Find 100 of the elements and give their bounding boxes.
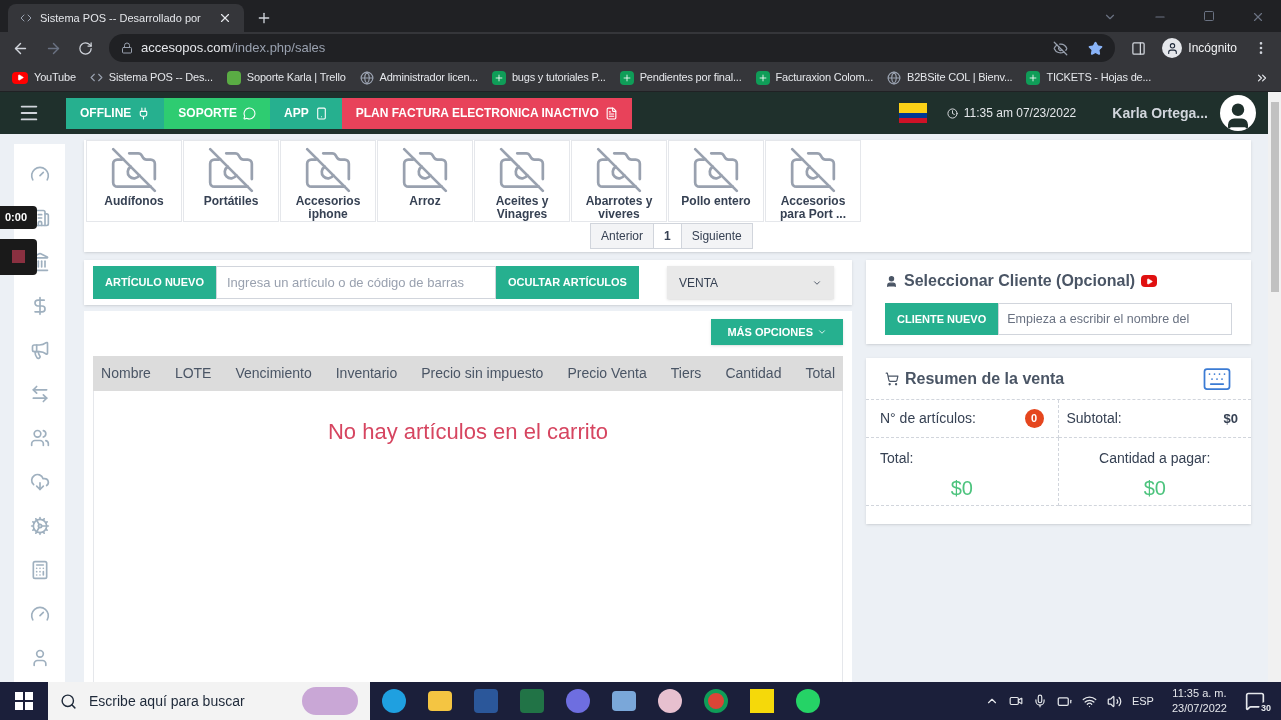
globe-icon xyxy=(887,70,901,85)
chrome-icon[interactable] xyxy=(704,689,728,713)
category-tile[interactable]: Arroz xyxy=(377,140,473,222)
page-button[interactable]: 1 xyxy=(653,224,682,248)
category-tile[interactable]: Aceites y Vinagres xyxy=(474,140,570,222)
category-tile[interactable]: Abarrotes y viveres xyxy=(571,140,667,222)
column-header[interactable]: LOTE xyxy=(174,363,212,384)
column-header[interactable]: Nombre xyxy=(101,363,151,384)
header-button[interactable]: PLAN FACTURA ELECTRONICA INACTIVO xyxy=(341,97,632,129)
previous-button[interactable]: Anterior xyxy=(591,224,654,248)
column-header[interactable]: Inventario xyxy=(335,363,398,384)
bookmark[interactable]: B2BSite COL | Bienv... xyxy=(887,69,1013,86)
no-image-icon xyxy=(594,145,644,195)
column-header[interactable]: Precio Venta xyxy=(567,363,647,384)
document-icon xyxy=(604,106,618,120)
column-header[interactable]: Vencimiento xyxy=(235,363,312,384)
user-name[interactable]: Karla Ortega... xyxy=(1112,102,1208,124)
sheet-icon xyxy=(1026,70,1041,85)
column-header[interactable]: Cantidad xyxy=(725,363,782,384)
taskbar-clock[interactable]: 11:35 a. m. 23/07/2022 xyxy=(1163,686,1235,716)
no-image-icon xyxy=(497,145,547,195)
edge-icon[interactable] xyxy=(382,689,406,713)
category-tile[interactable]: Accesorios iphone xyxy=(280,140,376,222)
bookmark[interactable]: Pendientes por final... xyxy=(619,69,742,86)
new-tab-icon[interactable] xyxy=(256,10,272,26)
bookmark[interactable]: bugs y tutoriales P... xyxy=(491,69,606,86)
sheet-icon xyxy=(755,70,770,85)
bookmark[interactable]: YouTube xyxy=(12,69,76,86)
board-icon xyxy=(226,70,241,85)
tab-title: Sistema POS -- Desarrollado por xyxy=(40,10,202,26)
no-image-icon xyxy=(400,145,450,195)
browser-tab[interactable]: Sistema POS -- Desarrollado por xyxy=(8,4,244,32)
bookmark[interactable]: Administrador licen... xyxy=(359,69,478,86)
no-image-icon xyxy=(109,145,159,195)
category-tile[interactable]: Portátiles xyxy=(183,140,279,222)
no-image-icon xyxy=(691,145,741,195)
phone-icon xyxy=(314,106,328,120)
maximize-icon[interactable] xyxy=(1203,10,1215,22)
recording-timer-toast: 0:00 xyxy=(0,206,37,229)
colombia-flag-icon xyxy=(898,103,927,123)
column-header[interactable]: Total xyxy=(805,363,835,384)
no-image-icon xyxy=(788,145,838,195)
panel-title: Resumen de la venta xyxy=(905,368,1066,389)
star-icon[interactable] xyxy=(1088,40,1104,56)
bookmark[interactable]: Soporte Karla | Trello xyxy=(226,69,346,86)
date-time: 11:35 am 07/23/2022 xyxy=(963,105,1077,122)
folder-icon[interactable] xyxy=(428,691,452,711)
bookmark[interactable]: TICKETS - Hojas de... xyxy=(1026,69,1152,86)
next-button[interactable]: Siguiente xyxy=(681,224,752,248)
avatar[interactable] xyxy=(1220,95,1256,131)
video-icon[interactable] xyxy=(1141,275,1158,287)
chat-app-icon[interactable] xyxy=(796,689,820,713)
empty-cart-message: No hay artículos en el carrito xyxy=(328,418,608,446)
search-field[interactable]: Ingresa un artículo o de código de barras xyxy=(216,266,496,299)
incognito-icon xyxy=(1162,38,1183,58)
language-indicator[interactable]: ESP xyxy=(1131,692,1154,710)
bookmark[interactable]: Sistema POS -- Des... xyxy=(89,69,213,86)
code-icon xyxy=(20,12,32,24)
speaker-icon[interactable] xyxy=(1106,693,1122,709)
camera-icon[interactable] xyxy=(1008,694,1023,708)
chat-icon xyxy=(243,106,256,120)
search-icon xyxy=(60,692,77,710)
chevron-icon xyxy=(817,327,827,337)
no-image-icon xyxy=(206,145,256,195)
category-tile[interactable]: Accesorios para Port ... xyxy=(765,140,861,222)
cart-icon xyxy=(885,371,899,386)
sheet-icon xyxy=(491,70,506,85)
category-tile[interactable]: Pollo entero xyxy=(668,140,764,222)
reload-icon[interactable] xyxy=(78,40,93,56)
client-search-field[interactable]: Empieza a escribir el nombre del xyxy=(998,303,1232,335)
side-panel-icon[interactable] xyxy=(1131,40,1147,56)
total-value: $0 xyxy=(950,476,973,501)
microphone-icon[interactable] xyxy=(1032,694,1047,708)
bookmark[interactable]: Facturaxion Colom... xyxy=(755,69,873,86)
column-header[interactable]: Tiers xyxy=(670,363,702,384)
total-label: Total: xyxy=(880,449,914,468)
items-label: N° de artículos: xyxy=(880,409,977,428)
address-bar[interactable]: accesopos.com/index.php/sales xyxy=(109,34,1116,62)
lock-icon xyxy=(121,42,133,54)
column-header[interactable]: Precio sin impuesto xyxy=(421,363,544,384)
items-count: 0 xyxy=(1024,409,1044,428)
close-icon[interactable] xyxy=(218,11,232,25)
profile-button[interactable]: Incógnito xyxy=(1162,38,1237,58)
play-icon xyxy=(12,71,28,84)
wifi-icon[interactable] xyxy=(1081,693,1097,709)
computer-icon[interactable] xyxy=(612,691,636,711)
panel-title: Seleccionar Cliente (Opcional) xyxy=(904,271,1136,291)
category-tile[interactable]: Audífonos xyxy=(86,140,182,222)
clock-icon xyxy=(946,107,958,119)
code-icon xyxy=(89,71,103,84)
subtotal-value: $0 xyxy=(1223,409,1238,428)
subtotal-label: Subtotal: xyxy=(1066,409,1123,428)
globe-icon xyxy=(359,70,374,85)
eye-off-icon[interactable] xyxy=(1053,40,1069,56)
user-icon xyxy=(885,274,898,288)
amount-due-label: Cantidad a pagar: xyxy=(1099,449,1211,468)
stop-recording-toast[interactable] xyxy=(0,238,37,275)
taskbar-search-field[interactable]: Escribe aquí para buscar xyxy=(48,682,370,720)
mode-select[interactable]: VENTA xyxy=(666,266,834,299)
scrollbar[interactable] xyxy=(1268,92,1281,682)
